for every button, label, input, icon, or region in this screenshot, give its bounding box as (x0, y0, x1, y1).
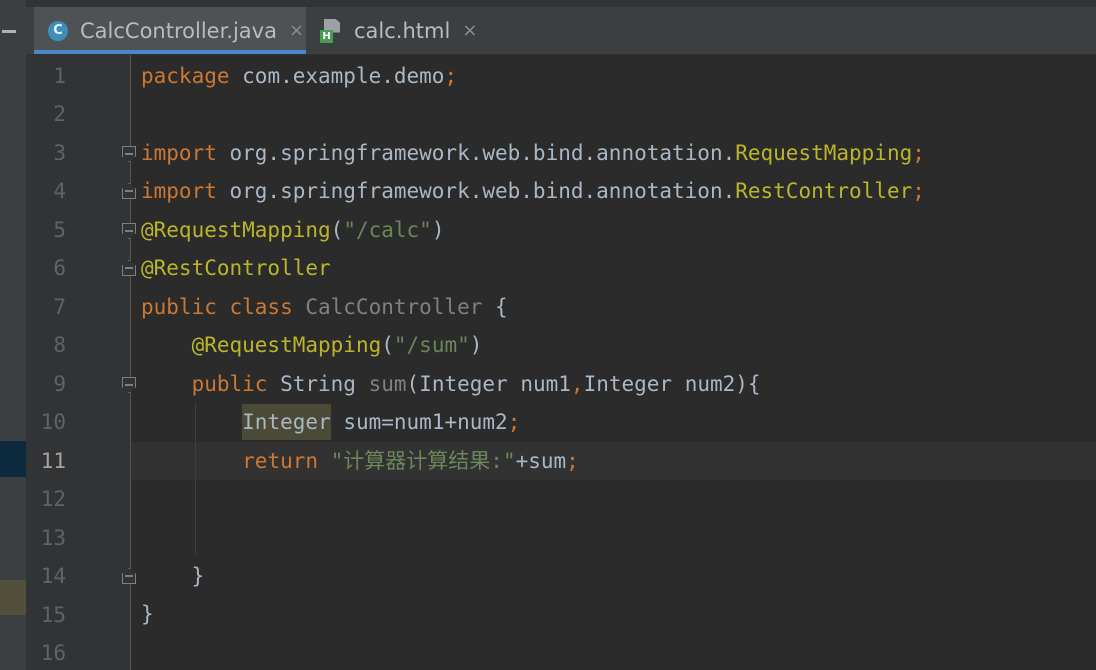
collapse-icon[interactable] (2, 30, 16, 33)
code-line-9[interactable]: public String sum(Integer num1,Integer n… (141, 365, 761, 403)
line-number: 14 (40, 564, 66, 588)
line-number: 5 (53, 218, 66, 242)
code-line-5[interactable]: @RequestMapping("/calc") (141, 211, 444, 249)
selected-tree-row[interactable] (0, 441, 26, 477)
tab-label: calc.html (354, 18, 451, 43)
tab-calc-html[interactable]: H calc.html × (320, 7, 490, 54)
line-number: 2 (53, 102, 66, 126)
line-number: 15 (40, 603, 66, 627)
code-line-3[interactable]: import org.springframework.web.bind.anno… (141, 134, 925, 172)
code-line-1[interactable]: package com.example.demo; (141, 57, 457, 95)
code-line-7[interactable]: public class CalcController { (141, 288, 508, 326)
editor-tab-bar: C CalcController.java × H calc.html × (26, 0, 1096, 55)
line-number: 13 (40, 526, 66, 550)
project-tool-strip (0, 0, 26, 670)
usage-highlight: Integer (242, 404, 331, 440)
tab-label: CalcController.java (80, 18, 277, 43)
code-line-6[interactable]: @RestController (141, 249, 331, 287)
tab-calccontroller-java[interactable]: C CalcController.java × (34, 7, 306, 54)
line-number: 9 (53, 372, 66, 396)
code-line-4[interactable]: import org.springframework.web.bind.anno… (141, 172, 925, 210)
code-line-8[interactable]: @RequestMapping("/sum") (141, 326, 483, 364)
code-line-11[interactable]: return "计算器计算结果:"+sum; (141, 442, 579, 480)
close-icon[interactable]: × (462, 20, 477, 41)
close-icon[interactable]: × (289, 20, 304, 41)
code-line-15[interactable]: } (141, 595, 154, 633)
line-number: 6 (53, 256, 66, 280)
line-number: 12 (40, 487, 66, 511)
line-number: 7 (53, 295, 66, 319)
html-file-icon: H (320, 18, 342, 43)
line-number: 1 (53, 64, 66, 88)
line-number-current: 11 (40, 449, 66, 473)
line-number: 16 (40, 641, 66, 665)
line-number: 8 (53, 333, 66, 357)
highlighted-tree-row[interactable] (0, 580, 26, 615)
line-number: 3 (53, 141, 66, 165)
line-number: 4 (53, 179, 66, 203)
line-number: 10 (40, 410, 66, 434)
java-class-icon: C (48, 20, 68, 41)
code-line-10[interactable]: Integer sum=num1+num2; (141, 403, 520, 441)
code-line-14[interactable]: } (141, 557, 205, 595)
